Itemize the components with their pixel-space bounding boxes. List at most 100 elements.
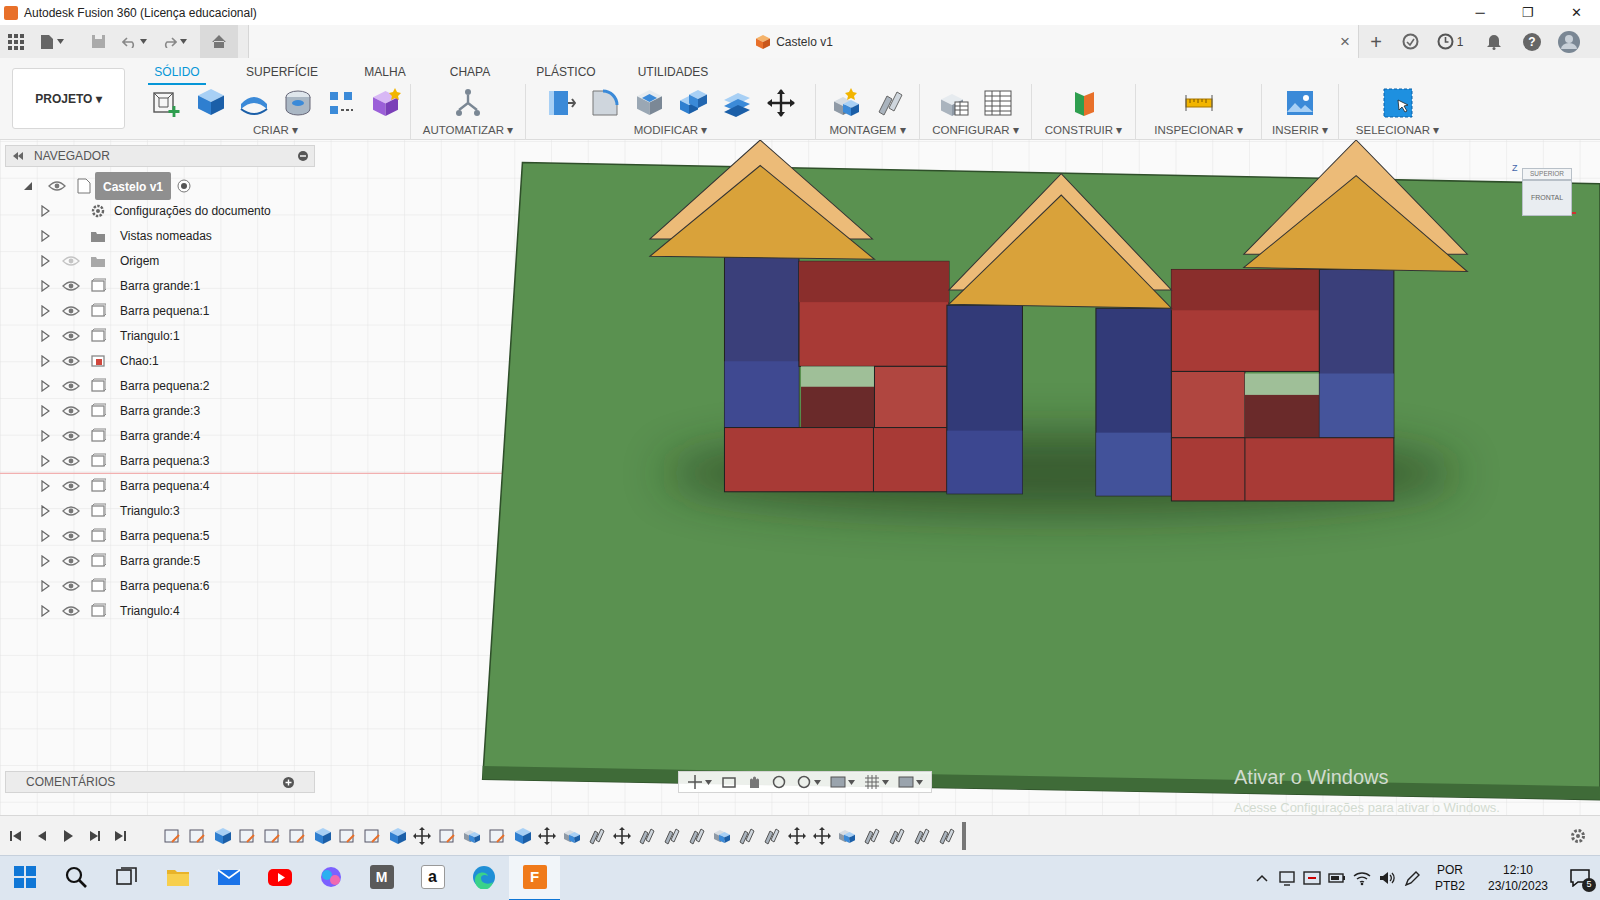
caret-icon[interactable] (814, 780, 821, 785)
time-label[interactable]: 12:10 (1503, 862, 1533, 878)
component-icon[interactable] (463, 827, 481, 845)
navigator-item[interactable]: Vistas nomeadas (5, 223, 315, 248)
expand-arrow-icon[interactable] (40, 555, 50, 567)
sketch-icon[interactable] (151, 88, 181, 118)
eye-icon[interactable] (62, 405, 80, 417)
nav-tool[interactable] (796, 774, 821, 790)
workspace-tab[interactable]: MALHA (351, 60, 419, 82)
viewports-icon[interactable] (898, 774, 914, 790)
date-label[interactable]: 23/10/2023 (1488, 878, 1548, 894)
triangle-icon[interactable] (40, 530, 50, 542)
undo-icon[interactable] (122, 36, 137, 48)
grid-icon[interactable] (864, 774, 880, 790)
eye-icon[interactable] (62, 380, 80, 392)
timeline-feature[interactable] (509, 827, 534, 845)
youtube-icon[interactable] (268, 865, 292, 889)
component-icon[interactable] (838, 827, 856, 845)
extrude-icon[interactable] (313, 827, 331, 845)
eye-icon[interactable] (62, 255, 80, 267)
expand-arrow-icon[interactable] (40, 530, 50, 542)
sketch-icon[interactable] (288, 827, 306, 845)
triangle-icon[interactable] (40, 430, 50, 442)
redo-button[interactable] (154, 25, 194, 58)
window-control-glyph[interactable]: ❐ (1522, 3, 1534, 23)
move-icon[interactable] (413, 827, 431, 845)
navigator-item[interactable]: Barra grande:3 (5, 398, 315, 423)
timeline-feature[interactable] (259, 827, 284, 845)
start-icon[interactable] (13, 865, 37, 889)
config-icon[interactable] (939, 88, 969, 118)
comments-bar[interactable]: COMENTÁRIOS (5, 771, 315, 793)
triangle-icon[interactable] (40, 380, 50, 392)
apps-button[interactable] (0, 25, 32, 58)
tool-group-label[interactable]: CONFIGURAR ▾ (932, 122, 1019, 139)
triangle-icon[interactable] (40, 580, 50, 592)
navigator-item-label[interactable]: Vistas nomeadas (120, 227, 212, 245)
navigator-item-label[interactable]: Barra pequena:3 (120, 452, 209, 470)
tool-group[interactable]: INSERIR ▾ (1262, 84, 1339, 142)
timeline-feature[interactable] (234, 827, 259, 845)
copilot-icon[interactable] (319, 865, 343, 889)
select-icon[interactable] (1383, 88, 1413, 118)
tool-group[interactable]: MODIFICAR ▾ (526, 84, 816, 142)
hole-icon[interactable] (283, 88, 313, 118)
window-control-glyph[interactable]: ✕ (1571, 3, 1582, 23)
bell-icon[interactable] (1486, 33, 1502, 50)
app-icon-letter[interactable]: F (530, 866, 539, 889)
navigator-item[interactable]: Triangulo:4 (5, 598, 315, 623)
move-icon[interactable] (766, 88, 796, 118)
last-icon[interactable] (113, 829, 127, 843)
triangle-icon[interactable] (40, 555, 50, 567)
clock-icon[interactable] (1437, 33, 1454, 50)
meet-icon[interactable] (1303, 870, 1321, 886)
tool-group-label[interactable]: MODIFICAR ▾ (634, 122, 708, 139)
component-icon[interactable] (563, 827, 581, 845)
tool-group-label[interactable]: INSERIR ▾ (1272, 122, 1328, 139)
expand-arrow-icon[interactable] (40, 605, 50, 617)
tool-group-label[interactable]: INSPECIONAR ▾ (1154, 122, 1242, 139)
eye-icon[interactable] (62, 355, 80, 367)
branch-icon[interactable] (453, 88, 483, 118)
navigator-item-label[interactable]: Triangulo:1 (120, 327, 180, 345)
viewport[interactable]: NAVEGADORCastelo v1Configurações do docu… (0, 140, 1600, 815)
triangle-icon[interactable] (40, 205, 50, 217)
triangle-icon[interactable] (40, 255, 50, 267)
navigator-item-label[interactable]: Triangulo:3 (120, 502, 180, 520)
pan-icon[interactable] (746, 774, 762, 790)
navigator-item[interactable]: Barra grande:1 (5, 273, 315, 298)
timeline-feature[interactable] (359, 827, 384, 845)
orbit-icon[interactable] (687, 774, 703, 790)
taskbar-app[interactable]: M (356, 856, 407, 900)
navigator-item[interactable]: Barra pequena:2 (5, 373, 315, 398)
clock[interactable]: 12:1023/10/2023 (1476, 862, 1560, 894)
move-icon[interactable] (813, 827, 831, 845)
viewcube-front-face[interactable]: FRONTAL (1531, 193, 1563, 204)
timeline-feature[interactable] (184, 827, 209, 845)
mail-icon[interactable] (217, 865, 241, 889)
navigator-item-label[interactable]: Barra pequena:1 (120, 302, 209, 320)
expand-arrow-icon[interactable] (40, 230, 50, 242)
workspace-tab-label[interactable]: PLÁSTICO (530, 60, 601, 85)
visibility-toggle[interactable] (48, 180, 66, 192)
timeline-feature[interactable] (834, 827, 859, 845)
joint-icon[interactable] (588, 827, 606, 845)
root-label[interactable]: Castelo v1 (103, 180, 163, 194)
expand-arrow-icon[interactable] (40, 355, 50, 367)
navigator-item-label[interactable]: Barra grande:4 (120, 427, 200, 445)
visibility-toggle[interactable] (62, 530, 80, 542)
new-tab-button[interactable]: + (1359, 25, 1393, 58)
home-button[interactable] (200, 25, 238, 58)
timeline-feature[interactable] (609, 827, 634, 845)
timeline-feature[interactable] (909, 827, 934, 845)
tool-group-label[interactable]: AUTOMATIZAR ▾ (423, 122, 514, 139)
timeline-feature[interactable] (634, 827, 659, 845)
timeline-feature[interactable] (459, 827, 484, 845)
joint-icon[interactable] (888, 827, 906, 845)
timeline-feature[interactable] (334, 827, 359, 845)
previous-icon[interactable] (35, 829, 49, 843)
caret-icon[interactable] (140, 39, 147, 44)
navigator-item[interactable]: Barra pequena:6 (5, 573, 315, 598)
timeline-feature[interactable] (209, 827, 234, 845)
expand-arrow-icon[interactable] (40, 480, 50, 492)
visibility-toggle[interactable] (62, 255, 80, 267)
